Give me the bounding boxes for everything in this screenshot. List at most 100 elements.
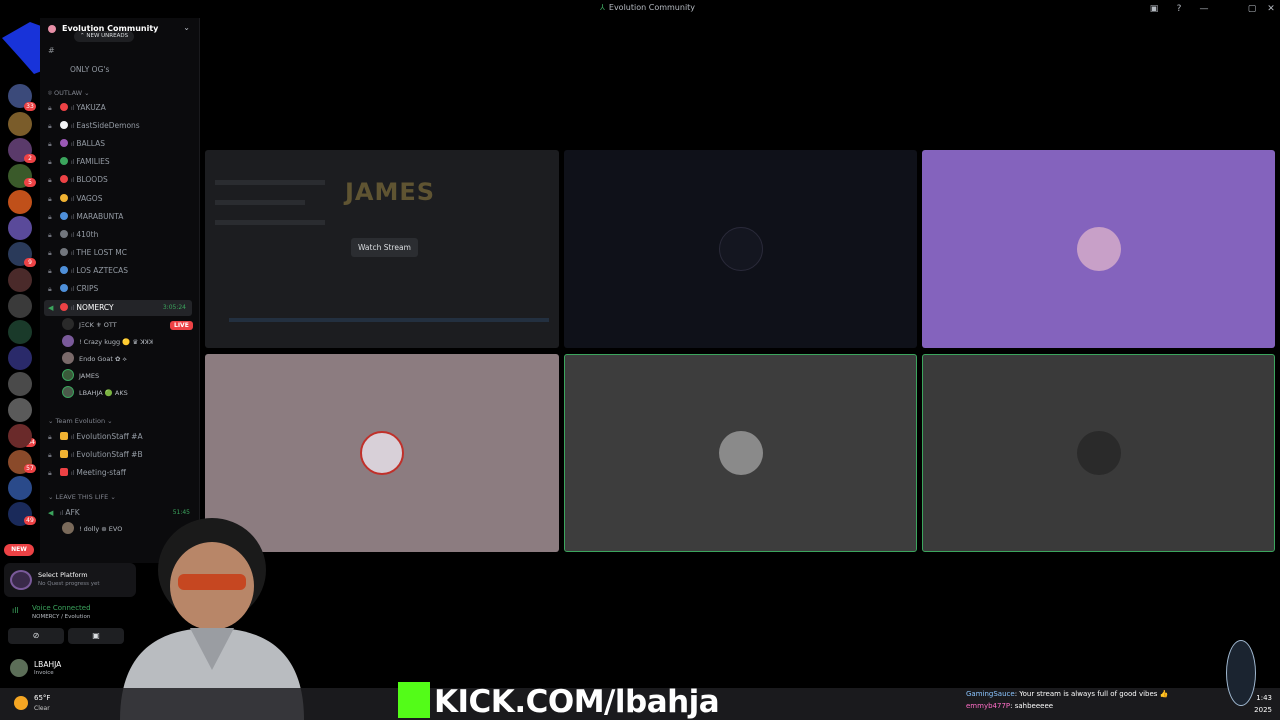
stream-brand-text: JAMES bbox=[345, 178, 436, 206]
server-icon[interactable] bbox=[8, 346, 32, 370]
avatar bbox=[360, 431, 404, 475]
voice-member[interactable]: Endo Goat ✿ ⟡ bbox=[62, 351, 127, 367]
new-unreads-pill[interactable]: ⌃ NEW UNREADS bbox=[74, 31, 135, 42]
sun-icon bbox=[14, 696, 28, 710]
voice-channel[interactable]: NOMERCY / Evolution bbox=[32, 614, 90, 620]
channel-label: LOS AZTECAS bbox=[76, 266, 129, 275]
close-icon[interactable]: ✕ bbox=[1264, 2, 1278, 16]
channel-dot-icon bbox=[60, 303, 68, 311]
chat-message: emmyb477P: sahbeeeee bbox=[966, 702, 1054, 710]
channel-dot-icon bbox=[60, 175, 68, 183]
stream-tile[interactable]: JAMES Watch Stream bbox=[205, 150, 559, 348]
avatar bbox=[718, 431, 763, 475]
participant-tile[interactable] bbox=[564, 150, 917, 348]
channel-meeting-staff[interactable]: 🔒︎ ıl Meeting-staff bbox=[48, 465, 196, 481]
channel-item[interactable]: 🔒︎ ıl MARABUNTA bbox=[48, 209, 196, 225]
unread-badge: 49 bbox=[24, 516, 36, 525]
channel-staff-b[interactable]: 🔒︎ ıl EvolutionStaff #B bbox=[48, 447, 196, 463]
lock-icon: 🔒︎ bbox=[48, 231, 52, 239]
voice-status: Voice Connected bbox=[32, 604, 91, 612]
avatar bbox=[1076, 431, 1121, 475]
channel-item[interactable]: 🔒︎ ıl BLOODS bbox=[48, 172, 196, 188]
lock-icon: 🔒︎ bbox=[48, 158, 52, 166]
avatar bbox=[718, 227, 763, 271]
category-outlaw[interactable]: ⌾ OUTLAW ⌄ bbox=[48, 89, 90, 98]
channel-item[interactable]: 🔒︎ ıl CRIPS bbox=[48, 281, 196, 297]
channel-item[interactable]: 🔒︎ ıl THE LOST MC bbox=[48, 245, 196, 261]
voice-member[interactable]: ! Crazy kugg 🟡 ♛ ꓘꓘꓘ bbox=[62, 334, 153, 350]
lock-icon: 🔒︎ bbox=[48, 433, 52, 441]
maximize-icon[interactable]: ▢ bbox=[1245, 2, 1259, 16]
channel-label: EastSideDemons bbox=[76, 121, 140, 130]
server-icon[interactable] bbox=[8, 268, 32, 292]
category-leave-this-life[interactable]: ⌄ LEAVE THIS LIFE ⌄ bbox=[48, 493, 116, 501]
lock-icon: 🔒︎ bbox=[48, 104, 52, 112]
server-icon[interactable] bbox=[8, 424, 32, 448]
minimize-icon[interactable]: — bbox=[1197, 2, 1211, 16]
unread-badge: 57 bbox=[24, 464, 36, 473]
avatar bbox=[62, 522, 74, 534]
category-team-evolution[interactable]: ⌄ Team Evolution ⌄ bbox=[48, 417, 113, 425]
channel-item[interactable]: 🔒︎ ıl EastSideDemons bbox=[48, 118, 196, 134]
channel-label: VAGOS bbox=[76, 194, 103, 203]
kick-logo-icon bbox=[398, 682, 430, 718]
unread-badge: 5 bbox=[24, 178, 36, 187]
system-clock[interactable]: 1:43 2025 bbox=[1226, 692, 1272, 716]
unread-badge: 2 bbox=[24, 154, 36, 163]
weather-widget[interactable]: 65°F Clear bbox=[14, 692, 64, 716]
channel-item[interactable]: 🔒︎ ıl LOS AZTECAS bbox=[48, 263, 196, 279]
lock-icon: 🔒︎ bbox=[48, 451, 52, 459]
lock-icon: 🔒︎ bbox=[48, 213, 52, 221]
channel-dot-icon bbox=[60, 248, 68, 256]
channel-item[interactable]: 🔒︎ ıl FAMILIES bbox=[48, 154, 196, 170]
chat-message: GamingSauce: Your stream is always full … bbox=[966, 690, 1169, 698]
kick-overlay: KICK.COM/lbahja bbox=[398, 682, 720, 720]
channel-label: FAMILIES bbox=[76, 157, 110, 166]
voice-member[interactable]: LBAHJA 🟢 AKS bbox=[62, 385, 128, 401]
lock-icon: 🔒︎ bbox=[48, 140, 52, 148]
inbox-icon[interactable]: ▣ bbox=[1147, 2, 1161, 16]
server-icon[interactable] bbox=[8, 216, 32, 240]
unread-badge: 33 bbox=[24, 102, 36, 111]
lock-icon: 🔒︎ bbox=[48, 267, 52, 275]
channel-dot-icon bbox=[60, 230, 68, 238]
channel-dot-icon bbox=[60, 432, 68, 440]
channel-label: 410th bbox=[76, 230, 99, 239]
channel-staff-a[interactable]: 🔒︎ ıl EvolutionStaff #A bbox=[48, 429, 196, 445]
server-icon[interactable] bbox=[8, 112, 32, 136]
voice-member[interactable]: JΞCK ⚜ OTT bbox=[62, 317, 117, 333]
channel-label: YAKUZA bbox=[76, 103, 106, 112]
channel-item[interactable]: 🔒︎ ıl VAGOS bbox=[48, 191, 196, 207]
channel-item[interactable]: 🔒︎ ıl BALLAS bbox=[48, 136, 196, 152]
channel-item[interactable]: 🔒︎ ıl 410th bbox=[48, 227, 196, 243]
channel-label: BLOODS bbox=[76, 175, 108, 184]
channel-only-ogs[interactable]: ONLY OG's bbox=[70, 62, 218, 78]
channel-label: CRIPS bbox=[76, 284, 99, 293]
chevron-down-icon: ⌄ bbox=[183, 23, 190, 32]
server-icon[interactable] bbox=[8, 190, 32, 214]
participant-tile[interactable] bbox=[564, 354, 917, 552]
server-icon[interactable] bbox=[8, 372, 32, 396]
weather-condition: Clear bbox=[34, 705, 50, 712]
channel-nomercy[interactable]: ◀ ıl NOMERCY 3:05:24 bbox=[44, 300, 192, 316]
lock-icon: 🔒︎ bbox=[48, 176, 52, 184]
server-icon[interactable] bbox=[8, 398, 32, 422]
voice-icon: ◀ bbox=[48, 304, 54, 312]
signal-icon: ıll bbox=[12, 606, 19, 615]
avatar bbox=[62, 352, 74, 364]
voice-icon: ◀ bbox=[48, 509, 54, 517]
channel-dot-icon bbox=[60, 468, 68, 476]
channel-label: MARABUNTA bbox=[76, 212, 124, 221]
voice-member[interactable]: JAMES bbox=[62, 368, 99, 384]
new-pill[interactable]: NEW bbox=[4, 544, 34, 556]
participant-tile[interactable] bbox=[922, 150, 1275, 348]
server-icon[interactable] bbox=[8, 476, 32, 500]
participant-tile[interactable] bbox=[922, 354, 1275, 552]
camera-off-button[interactable]: ⊘ bbox=[8, 628, 64, 644]
server-icon[interactable] bbox=[8, 294, 32, 318]
voice-timer: 3:05:24 bbox=[162, 304, 186, 311]
server-icon[interactable] bbox=[8, 320, 32, 344]
help-icon[interactable]: ? bbox=[1172, 2, 1186, 16]
channel-item[interactable]: 🔒︎ ıl YAKUZA bbox=[48, 100, 196, 116]
watch-stream-button[interactable]: Watch Stream bbox=[351, 238, 418, 257]
